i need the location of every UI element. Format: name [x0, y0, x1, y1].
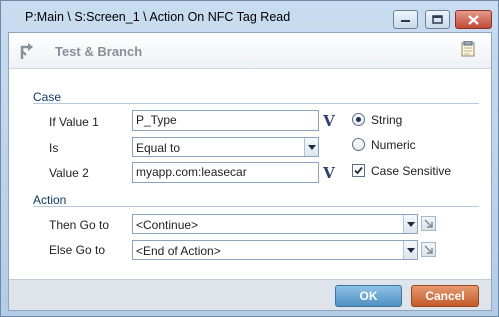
close-button[interactable]: [455, 10, 492, 29]
close-icon: [468, 14, 479, 25]
if-value1-variable-button[interactable]: V: [321, 112, 337, 130]
then-goto-label: Then Go to: [49, 218, 110, 232]
arrow-jump-icon: [424, 219, 433, 228]
dialog-window: P:Main \ S:Screen_1 \ Action On NFC Tag …: [0, 0, 499, 317]
action-section-label: Action: [33, 193, 67, 207]
action-title: Test & Branch: [55, 44, 143, 59]
value2-input[interactable]: myapp.com:leasecar: [132, 162, 319, 183]
then-goto-value: <Continue>: [136, 218, 199, 232]
checkmark-icon: [354, 166, 363, 175]
chevron-down-icon[interactable]: [403, 241, 417, 259]
dialog-content: Test & Branch Case If Value 1 P_Type V S…: [8, 32, 492, 311]
value2-label: Value 2: [49, 166, 89, 180]
numeric-radio[interactable]: [352, 138, 365, 151]
case-section-label: Case: [33, 90, 62, 104]
then-goto-jump-button[interactable]: [421, 216, 436, 231]
is-label: Is: [49, 141, 59, 155]
branch-icon: [19, 42, 35, 63]
case-sensitive-checkbox[interactable]: [352, 164, 365, 177]
minimize-icon: [401, 19, 410, 22]
string-radio[interactable]: [352, 113, 365, 126]
numeric-radio-label: Numeric: [371, 138, 416, 152]
if-value1-label: If Value 1: [49, 115, 99, 129]
else-goto-value: <End of Action>: [136, 244, 221, 258]
minimize-button[interactable]: [393, 10, 418, 29]
if-value1-input[interactable]: P_Type: [132, 110, 319, 131]
ok-button[interactable]: OK: [335, 285, 402, 307]
action-divider: [33, 206, 479, 207]
maximize-button[interactable]: [425, 10, 450, 29]
window-title: P:Main \ S:Screen_1 \ Action On NFC Tag …: [25, 10, 291, 24]
else-goto-select[interactable]: <End of Action>: [132, 240, 418, 260]
case-divider: [33, 103, 479, 104]
dialog-footer: OK Cancel: [9, 279, 491, 310]
operator-select-value: Equal to: [136, 141, 181, 155]
notes-icon[interactable]: [461, 40, 475, 60]
else-goto-label: Else Go to: [49, 243, 106, 257]
cancel-button[interactable]: Cancel: [411, 285, 479, 307]
value2-variable-button[interactable]: V: [321, 164, 337, 182]
action-header: Test & Branch: [9, 33, 491, 69]
case-sensitive-label: Case Sensitive: [371, 164, 452, 178]
arrow-jump-icon: [424, 245, 433, 254]
operator-select[interactable]: Equal to: [132, 137, 319, 157]
maximize-icon: [432, 15, 443, 24]
string-radio-label: String: [371, 113, 403, 127]
else-goto-jump-button[interactable]: [421, 242, 436, 257]
title-bar[interactable]: P:Main \ S:Screen_1 \ Action On NFC Tag …: [1, 1, 498, 31]
chevron-down-icon[interactable]: [304, 138, 318, 156]
chevron-down-icon[interactable]: [403, 215, 417, 233]
then-goto-select[interactable]: <Continue>: [132, 214, 418, 234]
